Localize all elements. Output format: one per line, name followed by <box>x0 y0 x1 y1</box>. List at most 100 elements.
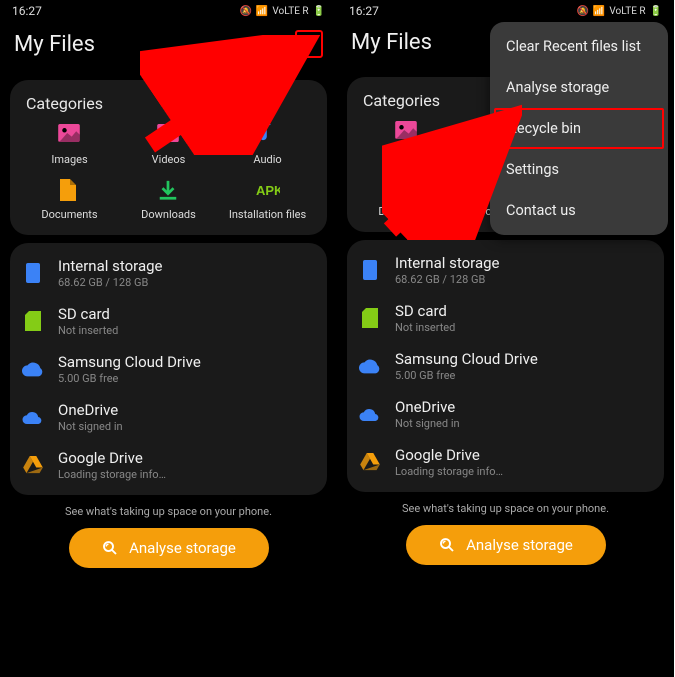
storage-title: Samsung Cloud Drive <box>395 350 538 368</box>
storage-subtitle: Not signed in <box>395 417 460 430</box>
download-icon <box>157 178 181 202</box>
category-label: Downloads <box>141 208 196 221</box>
storage-subtitle: Loading storage info… <box>58 468 166 481</box>
page-title: My Files <box>14 32 95 57</box>
status-time: 16:27 <box>349 4 379 18</box>
storage-card: Internal storage68.62 GB / 128 GBSD card… <box>347 240 664 492</box>
categories-heading: Categories <box>20 94 317 113</box>
image-icon <box>58 123 82 147</box>
category-documents[interactable]: Documents <box>20 178 119 221</box>
wifi-icon: 📶 <box>593 6 605 17</box>
google-drive-icon <box>22 454 44 476</box>
battery-icon: 🔋 <box>650 6 662 17</box>
category-images[interactable]: Images <box>20 123 119 166</box>
footer-hint: See what's taking up space on your phone… <box>337 502 674 515</box>
storage-item-sd-card[interactable]: SD cardNot inserted <box>14 297 323 345</box>
storage-title: SD card <box>58 305 118 323</box>
storage-subtitle: Loading storage info… <box>395 465 503 478</box>
categories-card: Categories Images Videos Audio Documents Dow… <box>10 80 327 235</box>
storage-subtitle: 68.62 GB / 128 GB <box>395 273 500 286</box>
storage-title: Internal storage <box>58 257 163 275</box>
analyse-icon <box>438 536 456 554</box>
storage-item-sd-card[interactable]: SD cardNot inserted <box>351 294 660 342</box>
storage-item-samsung-cloud-drive[interactable]: Samsung Cloud Drive5.00 GB free <box>351 342 660 390</box>
google-drive-icon <box>359 451 381 473</box>
menu-item-settings[interactable]: Settings <box>490 149 668 190</box>
category-label: Videos <box>152 153 186 166</box>
status-time: 16:27 <box>12 4 42 18</box>
category-label: Images <box>51 153 87 166</box>
analyse-label: Analyse storage <box>129 539 236 557</box>
phone-screen-left: 16:27 🔕 📶 VoLTE R 🔋 My Files Categories … <box>0 0 337 677</box>
menu-item-clear-recent-files-list[interactable]: Clear Recent files list <box>490 26 668 67</box>
storage-subtitle: Not signed in <box>58 420 123 433</box>
wifi-icon: 📶 <box>256 6 268 17</box>
app-header: My Files <box>0 22 337 72</box>
category-label: Documents <box>378 205 434 218</box>
net-label: VoLTE R <box>609 6 645 17</box>
storage-title: Internal storage <box>395 254 500 272</box>
phone-storage-icon <box>359 259 381 281</box>
storage-subtitle: 5.00 GB free <box>395 369 538 382</box>
category-images[interactable]: Images <box>357 120 456 163</box>
image-icon <box>395 120 419 144</box>
storage-item-internal-storage[interactable]: Internal storage68.62 GB / 128 GB <box>351 246 660 294</box>
net-label: VoLTE R <box>272 6 308 17</box>
analyse-label: Analyse storage <box>466 536 573 554</box>
audio-icon <box>256 123 280 147</box>
onedrive-icon <box>22 406 44 428</box>
storage-subtitle: Not inserted <box>395 321 455 334</box>
analyse-icon <box>101 539 119 557</box>
onedrive-icon <box>359 403 381 425</box>
samsung-cloud-icon <box>22 358 44 380</box>
storage-item-onedrive[interactable]: OneDriveNot signed in <box>351 390 660 438</box>
document-icon <box>58 178 82 202</box>
storage-title: OneDrive <box>58 401 123 419</box>
more-options-button[interactable] <box>295 30 323 58</box>
storage-item-google-drive[interactable]: Google DriveLoading storage info… <box>14 441 323 489</box>
storage-item-google-drive[interactable]: Google DriveLoading storage info… <box>351 438 660 486</box>
mute-icon: 🔕 <box>576 6 588 17</box>
document-icon <box>395 175 419 199</box>
search-button[interactable] <box>261 30 289 58</box>
category-label: Installation files <box>229 208 306 221</box>
analyse-storage-button[interactable]: Analyse storage <box>406 525 606 565</box>
menu-item-analyse-storage[interactable]: Analyse storage <box>490 67 668 108</box>
category-label: Images <box>388 150 424 163</box>
samsung-cloud-icon <box>359 355 381 377</box>
video-icon <box>157 123 181 147</box>
storage-item-onedrive[interactable]: OneDriveNot signed in <box>14 393 323 441</box>
page-title: My Files <box>351 30 432 55</box>
footer-hint: See what's taking up space on your phone… <box>0 505 337 518</box>
apk-icon: APK <box>256 178 280 202</box>
storage-title: Google Drive <box>395 446 503 464</box>
storage-subtitle: 68.62 GB / 128 GB <box>58 276 163 289</box>
sd-card-icon <box>22 310 44 332</box>
status-icons: 🔕 📶 VoLTE R 🔋 <box>239 6 325 17</box>
menu-item-contact-us[interactable]: Contact us <box>490 190 668 231</box>
analyse-storage-button[interactable]: Analyse storage <box>69 528 269 568</box>
storage-title: Samsung Cloud Drive <box>58 353 201 371</box>
category-downloads[interactable]: Downloads <box>119 178 218 221</box>
category-documents[interactable]: Documents <box>357 175 456 218</box>
options-menu: Clear Recent files listAnalyse storageRe… <box>490 22 668 235</box>
category-label: Audio <box>253 153 281 166</box>
status-icons: 🔕 📶 VoLTE R 🔋 <box>576 6 662 17</box>
category-videos[interactable]: Videos <box>119 123 218 166</box>
mute-icon: 🔕 <box>239 6 251 17</box>
phone-screen-right: 16:27 🔕 📶 VoLTE R 🔋 My Files Categories … <box>337 0 674 677</box>
storage-title: SD card <box>395 302 455 320</box>
search-icon <box>265 34 285 54</box>
storage-title: OneDrive <box>395 398 460 416</box>
storage-card: Internal storage68.62 GB / 128 GBSD card… <box>10 243 327 495</box>
category-audio[interactable]: Audio <box>218 123 317 166</box>
storage-item-internal-storage[interactable]: Internal storage68.62 GB / 128 GB <box>14 249 323 297</box>
menu-item-recycle-bin[interactable]: Recycle bin <box>494 108 664 149</box>
category-installation-files[interactable]: APK Installation files <box>218 178 317 221</box>
sd-card-icon <box>359 307 381 329</box>
storage-subtitle: 5.00 GB free <box>58 372 201 385</box>
battery-icon: 🔋 <box>313 6 325 17</box>
storage-item-samsung-cloud-drive[interactable]: Samsung Cloud Drive5.00 GB free <box>14 345 323 393</box>
category-label: Documents <box>41 208 97 221</box>
phone-storage-icon <box>22 262 44 284</box>
